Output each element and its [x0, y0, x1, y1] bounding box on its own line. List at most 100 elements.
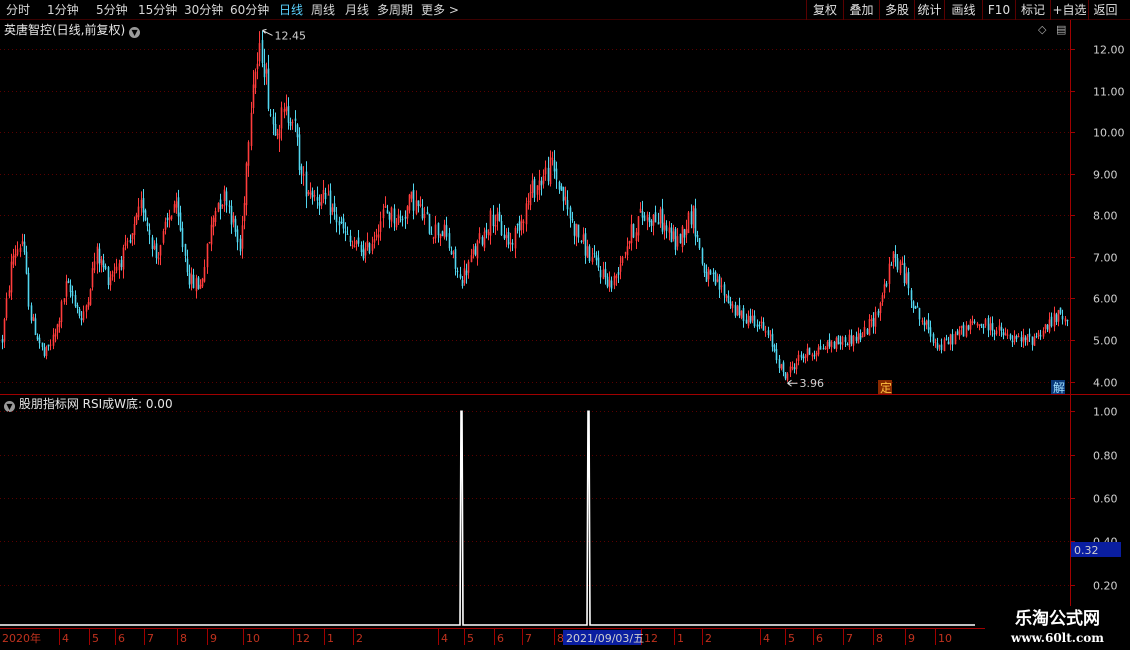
candle-body: [877, 311, 880, 316]
candle-body: [192, 274, 195, 288]
date-tick-label: 7: [846, 632, 853, 645]
candle-body: [329, 190, 332, 216]
candle-body: [833, 341, 836, 349]
candle-body: [388, 212, 391, 220]
candle-body: [1059, 307, 1062, 314]
candle-body: [441, 231, 444, 236]
candle-body: [925, 321, 928, 325]
date-tick-label: 4: [62, 632, 69, 645]
candle-body: [91, 268, 94, 288]
candle-body: [714, 271, 717, 285]
candle-body: [929, 327, 932, 337]
candle-body: [938, 345, 941, 347]
date-tick-label: 7: [147, 632, 154, 645]
candle-body: [135, 214, 138, 224]
candle-body: [542, 175, 545, 184]
mark-button[interactable]: 标记: [1015, 0, 1050, 20]
candle-body: [406, 206, 409, 219]
candle-body: [36, 336, 39, 340]
candle-body: [1004, 333, 1007, 336]
candle-body: [43, 347, 46, 356]
period-30min[interactable]: 30分钟: [184, 1, 223, 19]
candle-body: [767, 330, 770, 336]
candle-body: [267, 68, 270, 109]
candle-body: [984, 319, 987, 326]
candle-body: [129, 239, 132, 243]
candle-body: [613, 275, 616, 286]
chart-area[interactable]: 12.0011.0010.009.008.007.006.005.004.00 …: [0, 20, 1130, 650]
period-monthly[interactable]: 月线: [345, 1, 369, 19]
badge-jie[interactable]: 解: [1051, 380, 1065, 395]
candle-body: [756, 324, 759, 327]
period-daily[interactable]: 日线: [279, 1, 303, 19]
candle-body: [1033, 337, 1036, 346]
candle-body: [1006, 334, 1009, 336]
price-tick-label: 11.00: [1093, 86, 1125, 99]
candle-body: [342, 218, 345, 229]
overlay-button[interactable]: 叠加: [843, 0, 879, 20]
candle-body: [723, 284, 726, 296]
candle-body: [593, 253, 596, 255]
candle-body: [890, 264, 893, 266]
candle-body: [168, 217, 171, 220]
candle-body: [423, 214, 426, 218]
period-weekly[interactable]: 周线: [311, 1, 335, 19]
candle-body: [584, 233, 587, 256]
draw-line-button[interactable]: 画线: [944, 0, 982, 20]
candle-body: [452, 252, 455, 254]
candle-body: [712, 272, 715, 275]
candle-body: [577, 224, 580, 238]
period-multi[interactable]: 多周期: [377, 1, 413, 19]
period-more[interactable]: 更多 >: [421, 1, 459, 19]
date-tick-label: 8: [180, 632, 187, 645]
candle-body: [32, 316, 35, 321]
candle-body: [738, 305, 741, 316]
multi-stock-button[interactable]: 多股: [879, 0, 914, 20]
statistics-button[interactable]: 统计: [914, 0, 944, 20]
candle-body: [769, 335, 772, 337]
date-tick-label: 6: [497, 632, 504, 645]
candle-body: [1020, 337, 1023, 342]
candle-body: [804, 355, 807, 359]
candle-body: [93, 261, 96, 271]
candle-body: [635, 232, 638, 241]
candle-body: [461, 279, 464, 286]
period-minute-time[interactable]: 分时: [6, 1, 30, 19]
candle-body: [366, 241, 369, 248]
date-tick-label: 4: [763, 632, 770, 645]
period-15min[interactable]: 15分钟: [138, 1, 177, 19]
restore-rights-button[interactable]: 复权: [806, 0, 843, 20]
candle-body: [175, 201, 178, 208]
candle-body: [687, 212, 690, 234]
candle-body: [426, 211, 429, 215]
candle-body: [234, 218, 237, 232]
badge-ding[interactable]: 定: [878, 380, 892, 395]
candle-body: [485, 229, 488, 233]
date-tick-label: 5: [788, 632, 795, 645]
candle-body: [701, 248, 704, 264]
back-button[interactable]: 返回: [1088, 0, 1122, 20]
candle-body: [734, 304, 737, 316]
candle-body: [212, 217, 215, 228]
candle-body: [335, 214, 338, 223]
candle-body: [1039, 334, 1042, 337]
candle-body: [668, 227, 671, 233]
indicator-axis: 1.000.800.600.400.20: [1070, 406, 1118, 593]
candle-body: [421, 208, 424, 219]
candle-body: [349, 235, 352, 243]
period-60min[interactable]: 60分钟: [230, 1, 269, 19]
candle-body: [122, 247, 125, 270]
add-watchlist-button[interactable]: +自选: [1050, 0, 1088, 20]
candle-body: [531, 180, 534, 193]
candle-body: [606, 276, 609, 287]
candle-body: [104, 265, 107, 269]
candle-body: [824, 347, 827, 349]
candle-body: [355, 240, 358, 245]
candle-body: [751, 315, 754, 321]
candle-body: [639, 208, 642, 213]
period-5min[interactable]: 5分钟: [96, 1, 128, 19]
candle-body: [778, 358, 781, 369]
candle-body: [340, 222, 343, 224]
period-1min[interactable]: 1分钟: [47, 1, 79, 19]
f10-button[interactable]: F10: [982, 0, 1015, 20]
